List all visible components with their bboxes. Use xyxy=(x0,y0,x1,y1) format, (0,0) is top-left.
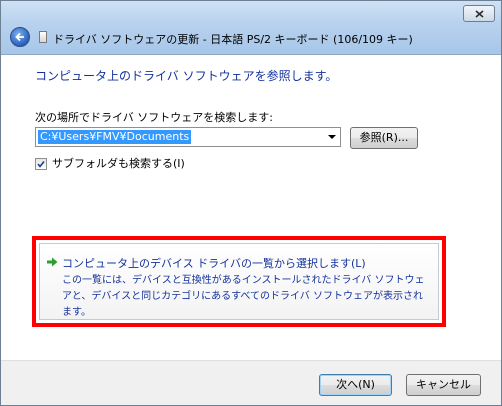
subfolder-checkbox[interactable] xyxy=(35,158,47,170)
close-icon xyxy=(475,10,484,18)
title-bar: ドライバ ソフトウェアの更新 - 日本語 PS/2 キーボード (106/109… xyxy=(1,1,501,55)
pick-from-list-title[interactable]: コンピュータ上のデバイス ドライバの一覧から選択します(L) xyxy=(62,255,366,271)
pick-from-list-description: この一覧には、デバイスと互換性があるインストールされたドライバ ソフトウェアと、… xyxy=(62,275,425,318)
chevron-down-icon[interactable] xyxy=(328,135,336,139)
search-path-input[interactable]: C:¥Users¥FMV¥Documents xyxy=(38,130,192,144)
search-location-label: 次の場所でドライバ ソフトウェアを検索します: xyxy=(35,111,273,124)
page-heading: コンピュータ上のドライバ ソフトウェアを参照します。 xyxy=(35,69,338,83)
dialog-window: ドライバ ソフトウェアの更新 - 日本語 PS/2 キーボード (106/109… xyxy=(0,0,502,406)
window-title: ドライバ ソフトウェアの更新 - 日本語 PS/2 キーボード (106/109… xyxy=(53,33,413,46)
browse-button[interactable]: 参照(R)... xyxy=(350,127,418,149)
next-button[interactable]: 次へ(N) xyxy=(319,374,392,396)
checkmark-icon xyxy=(37,161,45,168)
document-icon xyxy=(39,31,47,43)
green-arrow-icon xyxy=(47,257,58,267)
button-bar: 次へ(N) キャンセル xyxy=(1,360,501,405)
close-button[interactable] xyxy=(463,5,495,22)
highlight-frame: コンピュータ上のデバイス ドライバの一覧から選択します(L) この一覧には、デバ… xyxy=(32,236,446,327)
back-button[interactable] xyxy=(10,27,30,47)
pick-from-list-option[interactable]: コンピュータ上のデバイス ドライバの一覧から選択します(L) この一覧には、デバ… xyxy=(39,243,439,320)
cancel-button[interactable]: キャンセル xyxy=(406,374,481,396)
subfolder-label: サブフォルダも検索する(I) xyxy=(52,157,185,170)
back-arrow-icon xyxy=(15,32,24,42)
search-path-combobox[interactable]: C:¥Users¥FMV¥Documents xyxy=(35,127,341,147)
